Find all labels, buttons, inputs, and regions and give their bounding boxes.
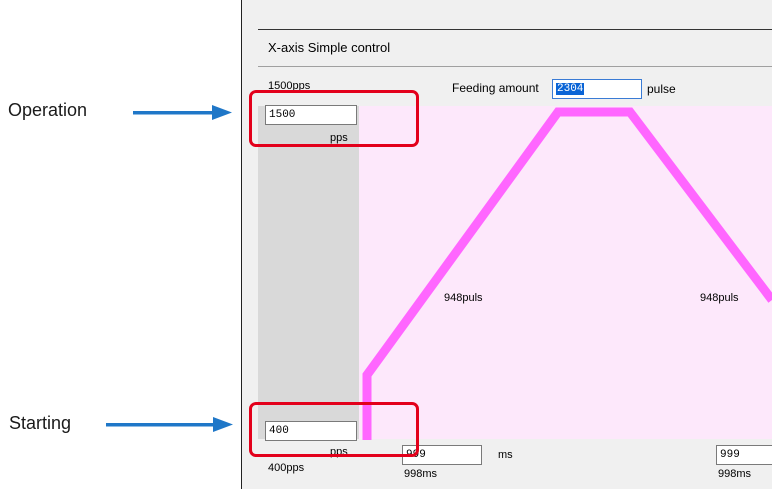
feeding-unit-label: pulse bbox=[647, 82, 676, 96]
feeding-amount-input[interactable]: 2304 bbox=[552, 79, 642, 99]
decel-time-readout: 998ms bbox=[718, 468, 752, 480]
decel-time-input[interactable]: 999 bbox=[716, 445, 772, 465]
decel-pulses-label: 948puls bbox=[700, 292, 739, 304]
accel-time-readout: 998ms bbox=[404, 468, 438, 480]
feeding-amount-label: Feeding amount bbox=[452, 81, 539, 95]
window-title: X-axis Simple control bbox=[268, 40, 391, 55]
min-speed-label: 400pps bbox=[268, 462, 305, 474]
window-top-border bbox=[258, 29, 772, 30]
profile-plot-area bbox=[359, 106, 772, 439]
operation-callout: Operation bbox=[8, 100, 88, 120]
starting-arrow bbox=[106, 417, 233, 432]
title-separator bbox=[258, 66, 772, 67]
feeding-amount-value: 2304 bbox=[556, 83, 585, 95]
operation-arrow bbox=[133, 105, 232, 120]
accel-time-unit: ms bbox=[498, 449, 513, 461]
starting-highlight-box bbox=[249, 402, 419, 457]
starting-callout: Starting bbox=[9, 413, 72, 433]
speed-axis-strip bbox=[258, 106, 359, 439]
accel-pulses-label: 948puls bbox=[444, 292, 483, 304]
operation-highlight-box bbox=[249, 90, 419, 147]
